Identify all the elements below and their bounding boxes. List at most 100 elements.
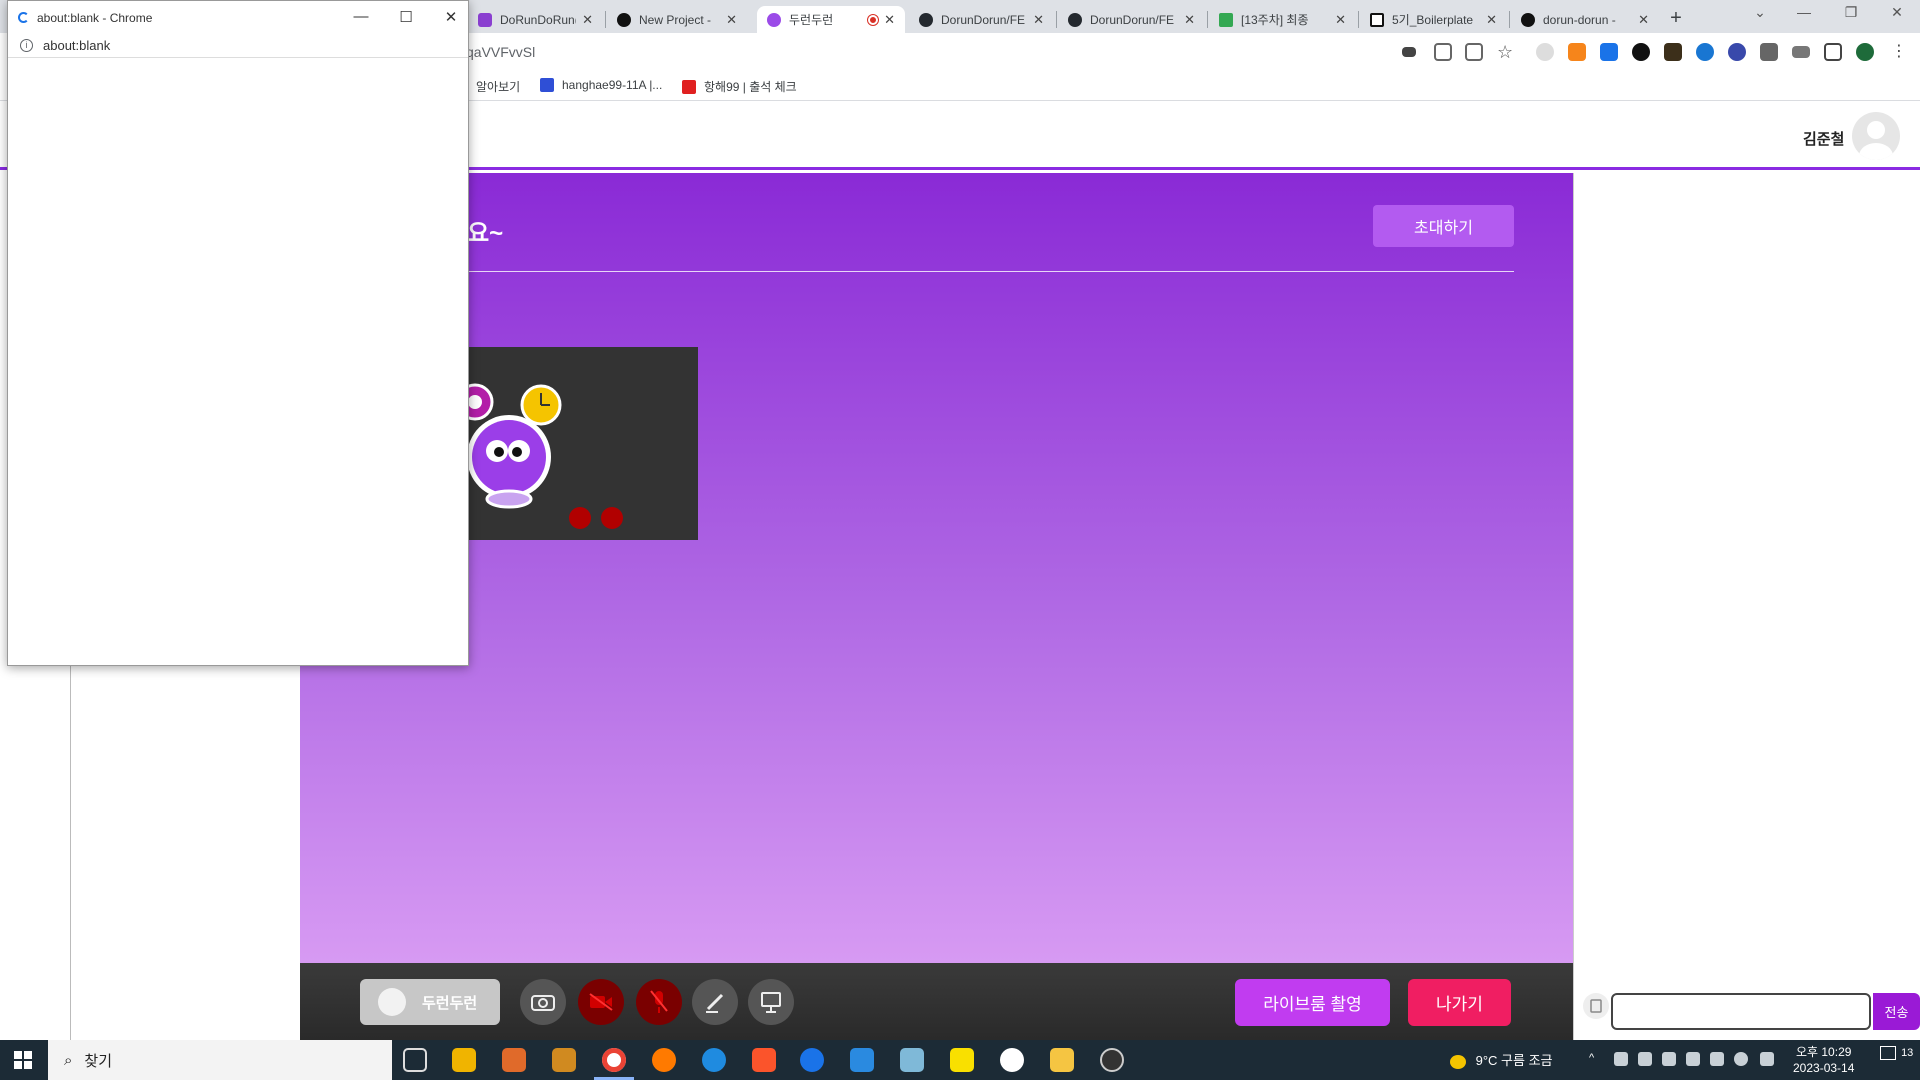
file-explorer-icon[interactable]: [1050, 1048, 1074, 1072]
close-icon[interactable]: ✕: [582, 12, 593, 28]
menu-kebab-icon[interactable]: ⋮: [1890, 43, 1908, 61]
leave-button[interactable]: 나가기: [1408, 979, 1511, 1026]
clock-date: 2023-03-14: [1793, 1061, 1855, 1075]
chrome-icon[interactable]: [602, 1048, 626, 1072]
camera-off-icon: [601, 507, 623, 529]
switch-camera-button[interactable]: [520, 979, 566, 1025]
bookmark-item[interactable]: 항해99 | 출석 체크: [682, 78, 797, 95]
vercel-icon: [617, 12, 631, 27]
bookmark-item[interactable]: 알아보기: [476, 78, 520, 95]
vscode-icon[interactable]: [850, 1048, 874, 1072]
browser-tab[interactable]: [13주차] 최종 ✕: [1209, 6, 1356, 33]
github-icon: [1068, 12, 1082, 27]
close-icon[interactable]: ✕: [1184, 12, 1195, 28]
video-toggle-button[interactable]: [578, 979, 624, 1025]
profile-avatar[interactable]: [1856, 43, 1874, 61]
chat-panel: [1573, 173, 1920, 1040]
firefox-icon[interactable]: [652, 1048, 676, 1072]
edge-icon[interactable]: [702, 1048, 726, 1072]
app-icon[interactable]: [452, 1048, 476, 1072]
tab-label: [13주차] 최종: [1241, 13, 1309, 27]
app-icon[interactable]: [900, 1048, 924, 1072]
browser-tab[interactable]: 5기_Boilerplate ✕: [1360, 6, 1507, 33]
invite-button[interactable]: 초대하기: [1373, 205, 1514, 247]
windows-start-icon[interactable]: [14, 1051, 32, 1069]
browser-tab-active[interactable]: 두런두런 ✕: [757, 6, 905, 33]
cloud-icon[interactable]: [1638, 1052, 1652, 1066]
recording-indicator-icon: [868, 14, 879, 25]
site-favicon-icon: [478, 12, 492, 27]
network-icon[interactable]: [1686, 1052, 1700, 1066]
extension-icon[interactable]: [1696, 43, 1714, 61]
close-window-icon[interactable]: ✕: [1887, 4, 1907, 21]
maximize-icon[interactable]: ☐: [396, 8, 416, 26]
close-icon[interactable]: ✕: [1638, 12, 1649, 28]
tab-search-icon[interactable]: ⌄: [1750, 4, 1770, 21]
media-icon[interactable]: [1792, 46, 1810, 58]
maps-icon[interactable]: [800, 1048, 824, 1072]
translate-icon[interactable]: [1434, 43, 1452, 61]
draw-button[interactable]: [692, 979, 738, 1025]
url-field[interactable]: qaVVFvvSl: [466, 44, 535, 60]
restore-icon[interactable]: ❐: [1841, 4, 1861, 21]
weather-widget[interactable]: 9°C 구름 조금: [1450, 1050, 1553, 1069]
extension-icon[interactable]: [1632, 43, 1650, 61]
bookmark-star-icon[interactable]: ☆: [1497, 43, 1515, 61]
notification-icon: [1880, 1046, 1896, 1060]
metamask-icon[interactable]: [1568, 43, 1586, 61]
browser-tab[interactable]: DorunDorun/FE ✕: [909, 6, 1054, 33]
taskbar-search[interactable]: ⌕ 찾기: [48, 1040, 392, 1080]
avatar[interactable]: [1852, 112, 1900, 160]
app-icon[interactable]: [552, 1048, 576, 1072]
chevron-up-icon[interactable]: ^: [1589, 1052, 1603, 1066]
browser-tab[interactable]: dorun-dorun - ✕: [1511, 6, 1659, 33]
screen-share-button[interactable]: [748, 979, 794, 1025]
kakaotalk-icon[interactable]: [950, 1048, 974, 1072]
bookmark-item[interactable]: hanghae99-11A |...: [540, 78, 662, 92]
camera-indicator-icon[interactable]: [1402, 47, 1416, 57]
weather-text: 9°C 구름 조금: [1475, 1053, 1553, 1068]
extension-icon[interactable]: [1664, 43, 1682, 61]
minimize-icon[interactable]: —: [1794, 4, 1814, 20]
mic-toggle-button[interactable]: [636, 979, 682, 1025]
browser-tab[interactable]: DoRunDoRun(ㅍ ✕: [468, 6, 603, 33]
volume-icon[interactable]: [1710, 1052, 1724, 1066]
side-panel-icon[interactable]: [1824, 43, 1842, 61]
language-icon[interactable]: [1760, 1052, 1774, 1066]
microphone-icon[interactable]: [1662, 1052, 1676, 1066]
extension-icon[interactable]: [1728, 43, 1746, 61]
taskbar-clock[interactable]: 오후 10:29 2023-03-14: [1793, 1044, 1854, 1076]
brave-icon[interactable]: [752, 1048, 776, 1072]
chat-send-button[interactable]: 전송: [1873, 993, 1920, 1030]
bookmark-label: 항해99 | 출석 체크: [704, 80, 797, 94]
obs-icon[interactable]: [1100, 1048, 1124, 1072]
file-icon: [1590, 999, 1602, 1013]
extension-icon[interactable]: [1536, 43, 1554, 61]
extension-icon[interactable]: [1600, 43, 1618, 61]
close-icon[interactable]: ✕: [884, 12, 895, 28]
notification-center-button[interactable]: 13: [1880, 1046, 1913, 1060]
chat-input[interactable]: [1611, 993, 1871, 1030]
attach-file-button[interactable]: [1583, 993, 1609, 1019]
puzzle-icon[interactable]: [1760, 43, 1778, 61]
tray-icon[interactable]: [1734, 1052, 1748, 1066]
record-live-room-button[interactable]: 라이브룸 촬영: [1235, 979, 1390, 1026]
browser-tab[interactable]: DorunDorun/FE ✕: [1058, 6, 1205, 33]
tray-icon[interactable]: [1614, 1052, 1628, 1066]
share-icon[interactable]: [1465, 43, 1483, 61]
close-window-icon[interactable]: ✕: [441, 8, 461, 26]
popup-url-text[interactable]: about:blank: [43, 38, 110, 53]
slack-icon[interactable]: [1000, 1048, 1024, 1072]
info-icon[interactable]: i: [20, 39, 33, 52]
minimize-icon[interactable]: —: [351, 8, 371, 25]
github-icon: [919, 12, 933, 27]
close-icon[interactable]: ✕: [1033, 12, 1044, 28]
close-icon[interactable]: ✕: [726, 12, 737, 28]
tab-label: DorunDorun/FE: [1090, 12, 1175, 27]
app-icon[interactable]: [502, 1048, 526, 1072]
browser-tab[interactable]: New Project - ✕: [607, 6, 747, 33]
task-view-icon[interactable]: [403, 1048, 427, 1072]
new-tab-button[interactable]: +: [1664, 7, 1688, 31]
close-icon[interactable]: ✕: [1335, 12, 1346, 28]
close-icon[interactable]: ✕: [1486, 12, 1497, 28]
